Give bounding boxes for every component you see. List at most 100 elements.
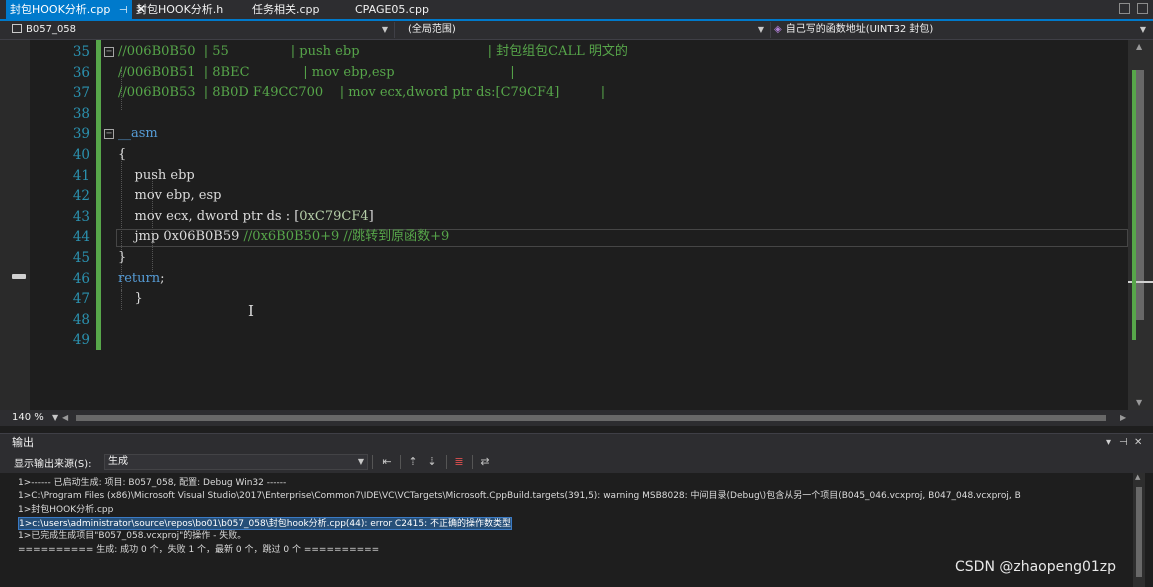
code-line[interactable]: 48: [30, 310, 1128, 330]
settings-icon[interactable]: [1137, 3, 1148, 14]
chevron-down-icon: ▼: [357, 457, 364, 466]
watermark: CSDN @zhaopeng01zp: [955, 559, 1117, 575]
text-cursor-icon: I: [248, 302, 254, 320]
project-label: B057_058: [26, 24, 77, 35]
code-token: push ebp: [118, 167, 195, 183]
output-line[interactable]: 1>------ 已启动生成: 项目: B057_058, 配置: Debug …: [18, 477, 286, 490]
tab-fengbao-hook-cpp[interactable]: 封包HOOK分析.cpp ⊣ ✕: [6, 0, 146, 20]
code-line[interactable]: 36 //006B0B51 | 8BEC | mov ebp,esp |: [30, 63, 1128, 83]
scroll-up-icon[interactable]: ▲: [1135, 473, 1140, 481]
pin-icon[interactable]: ⊣: [1119, 434, 1128, 451]
tab-cpage05-cpp[interactable]: CPAGE05.cpp: [351, 0, 431, 19]
scrollbar-thumb[interactable]: [1136, 487, 1142, 577]
output-panel-title: 输出: [12, 436, 34, 449]
zoom-level[interactable]: 140 %: [12, 410, 44, 426]
code-line[interactable]: 37 //006B0B53 | 8B0D F49CC700 | mov ecx,d…: [30, 83, 1128, 103]
output-line[interactable]: 1>已完成生成项目"B057_058.vcxproj"的操作 - 失败。: [18, 530, 246, 543]
navigation-bar: B057_058 ▼ (全局范围) ▼ ◈ 自己写的函数地址(UINT32 封包)…: [0, 21, 1153, 40]
code-line[interactable]: 44 jmp 0x06B0B59 //0x6B0B50+9 //跳转到原函数+9: [30, 227, 1128, 247]
code-editor[interactable]: 35−//006B0B50 | 55 | push ebp | 封包组包CALL…: [30, 40, 1128, 410]
code-token: mov ebp, esp: [118, 188, 222, 204]
code-text: jmp 0x06B0B59 //0x6B0B50+9 //跳转到原函数+9: [118, 227, 450, 247]
code-token: mov ecx, dword ptr ds : [: [118, 208, 300, 224]
line-number: 41: [72, 167, 90, 184]
code-line[interactable]: 42 mov ebp, esp: [30, 186, 1128, 206]
code-token: //0x6B0B50+9 //跳转到原函数+9: [243, 229, 450, 245]
clear-all-icon[interactable]: ≣: [452, 455, 466, 469]
scroll-up-icon[interactable]: ▲: [1136, 42, 1142, 51]
line-number: 36: [72, 64, 90, 81]
previous-message-icon[interactable]: ⇡: [406, 455, 420, 469]
divider: [372, 455, 373, 469]
line-number: 45: [72, 250, 90, 266]
collapse-icon[interactable]: −: [104, 129, 114, 140]
scroll-right-icon[interactable]: ▶: [1120, 410, 1126, 426]
chevron-down-icon: ▼: [1139, 25, 1146, 34]
line-number: 40: [72, 147, 90, 163]
code-token: ;: [160, 270, 165, 286]
output-vertical-scrollbar[interactable]: ▲: [1133, 473, 1145, 587]
divider: [400, 455, 401, 469]
code-text: mov ecx, dword ptr ds : [0xC79CF4]: [118, 207, 374, 227]
code-line[interactable]: 46 return;: [30, 269, 1128, 289]
code-line[interactable]: 41 push ebp: [30, 166, 1128, 186]
output-line[interactable]: 1>C:\Program Files (x86)\Microsoft Visua…: [18, 490, 1021, 503]
line-number: 46: [72, 270, 90, 287]
chevron-down-icon: ▼: [757, 25, 764, 34]
code-token: //006B0B53 | 8B0D F49CC700 | mov ecx,dwo…: [118, 85, 606, 101]
code-line[interactable]: 38: [30, 104, 1128, 124]
next-message-icon[interactable]: ⇣: [425, 455, 439, 469]
function-dropdown[interactable]: ◈ 自己写的函数地址(UINT32 封包) ▼: [774, 21, 1148, 39]
code-token: {: [118, 147, 127, 162]
code-token: //006B0B50 | 55 | push ebp | 封包组包CALL 明文…: [118, 44, 628, 59]
code-line[interactable]: 43 mov ecx, dword ptr ds : [0xC79CF4]: [30, 207, 1128, 227]
horizontal-scrollbar[interactable]: ◀: [62, 413, 1112, 423]
line-number: 42: [72, 188, 90, 205]
indicator-margin: [0, 40, 30, 410]
pin-icon[interactable]: ⊣: [119, 1, 128, 20]
tab-label: CPAGE05.cpp: [355, 3, 429, 16]
scrollbar-thumb[interactable]: [76, 415, 1106, 421]
code-text: push ebp: [118, 166, 195, 186]
scope-dropdown[interactable]: (全局范围) ▼: [408, 21, 766, 39]
output-line-selected[interactable]: 1>c:\users\administrator\source\repos\bo…: [18, 516, 512, 530]
tab-renwu-cpp[interactable]: 任务相关.cpp: [248, 0, 338, 19]
close-icon[interactable]: ✕: [1134, 434, 1142, 451]
code-token: 0xC79CF4: [299, 208, 369, 224]
change-map: [1132, 70, 1136, 340]
tab-label: 封包HOOK分析.cpp: [10, 3, 111, 16]
line-number: 48: [72, 311, 90, 328]
tab-label: 封包HOOK分析.h: [136, 3, 224, 16]
code-line[interactable]: 47 }: [30, 289, 1128, 309]
word-wrap-icon[interactable]: ⇄: [478, 455, 492, 469]
code-line[interactable]: 45}: [30, 248, 1128, 268]
tab-list-icon[interactable]: [1119, 3, 1130, 14]
collapse-icon[interactable]: −: [104, 47, 114, 57]
output-toolbar: 显示输出来源(S): 生成 ▼ ⇤ ⇡ ⇣ ≣ ⇄: [0, 451, 1153, 473]
output-source-select[interactable]: 生成 ▼: [104, 454, 368, 470]
code-token: }: [118, 291, 143, 307]
code-line[interactable]: 49: [30, 330, 1128, 350]
code-text: }: [118, 289, 143, 309]
tab-fengbao-hook-h[interactable]: 封包HOOK分析.h: [132, 0, 232, 19]
code-line[interactable]: 35 −//006B0B50 | 55 | push ebp | 封包组包CALL…: [30, 42, 1128, 62]
scroll-down-icon[interactable]: ▼: [1136, 398, 1142, 407]
output-line[interactable]: ========== 生成: 成功 0 个，失败 1 个，最新 0 个，跳过 0…: [18, 544, 379, 557]
chevron-down-icon[interactable]: ▼: [52, 410, 58, 426]
chevron-down-icon: ▼: [381, 25, 388, 34]
divider: [472, 455, 473, 469]
editor-vertical-scrollbar[interactable]: ▲ ▼: [1128, 40, 1153, 410]
code-line[interactable]: 39 − __asm: [30, 124, 1128, 144]
scroll-left-icon[interactable]: ◀: [62, 410, 68, 426]
project-dropdown[interactable]: B057_058 ▼: [12, 21, 390, 39]
code-token: __asm: [118, 126, 158, 142]
code-token: ]: [368, 208, 374, 224]
code-text: //006B0B51 | 8BEC | mov ebp,esp |: [118, 63, 515, 83]
function-icon: ◈: [774, 24, 782, 35]
tab-label: 任务相关.cpp: [252, 3, 320, 16]
divider: [446, 455, 447, 469]
chevron-down-icon[interactable]: ▾: [1106, 434, 1111, 451]
code-line[interactable]: 40 {: [30, 145, 1128, 165]
output-line[interactable]: 1>封包HOOK分析.cpp: [18, 504, 113, 517]
find-message-icon[interactable]: ⇤: [380, 455, 394, 469]
